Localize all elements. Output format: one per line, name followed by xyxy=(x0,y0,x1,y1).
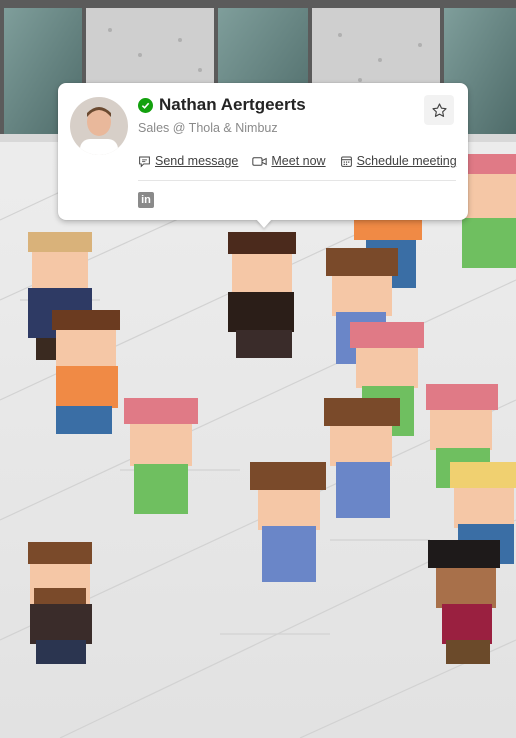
card-pointer xyxy=(256,219,272,228)
calendar-icon xyxy=(340,156,352,167)
star-outline-icon xyxy=(431,102,447,117)
video-camera-icon xyxy=(252,156,268,166)
person-8 xyxy=(124,398,198,514)
chat-icon xyxy=(139,156,150,168)
meet-now-button[interactable]: Meet now xyxy=(252,154,326,168)
person-2 xyxy=(52,310,120,434)
send-message-button[interactable]: Send message xyxy=(138,154,238,168)
profile-card: Nathan Aertgeerts Sales @ Thola & Nimbuz… xyxy=(58,83,468,220)
linkedin-icon[interactable]: in xyxy=(138,192,154,208)
person-5 xyxy=(460,154,516,268)
profile-actions: Send message Meet now Schedule meeting xyxy=(138,154,457,168)
name-row: Nathan Aertgeerts xyxy=(138,95,306,115)
person-name: Nathan Aertgeerts xyxy=(159,95,306,114)
send-message-label: Send message xyxy=(155,154,239,168)
person-13 xyxy=(28,542,92,664)
presence-available-icon xyxy=(138,97,153,113)
favorite-button[interactable] xyxy=(424,95,454,125)
card-divider xyxy=(138,180,456,181)
schedule-meeting-button[interactable]: Schedule meeting xyxy=(340,154,457,168)
person-3 xyxy=(228,232,296,358)
avatar-photo xyxy=(70,97,128,155)
person-subtitle: Sales @ Thola & Nimbuz xyxy=(138,121,278,135)
avatar[interactable] xyxy=(70,97,128,155)
schedule-meeting-label: Schedule meeting xyxy=(356,154,457,168)
meet-now-label: Meet now xyxy=(271,154,326,168)
linkedin-label: in xyxy=(141,194,151,206)
